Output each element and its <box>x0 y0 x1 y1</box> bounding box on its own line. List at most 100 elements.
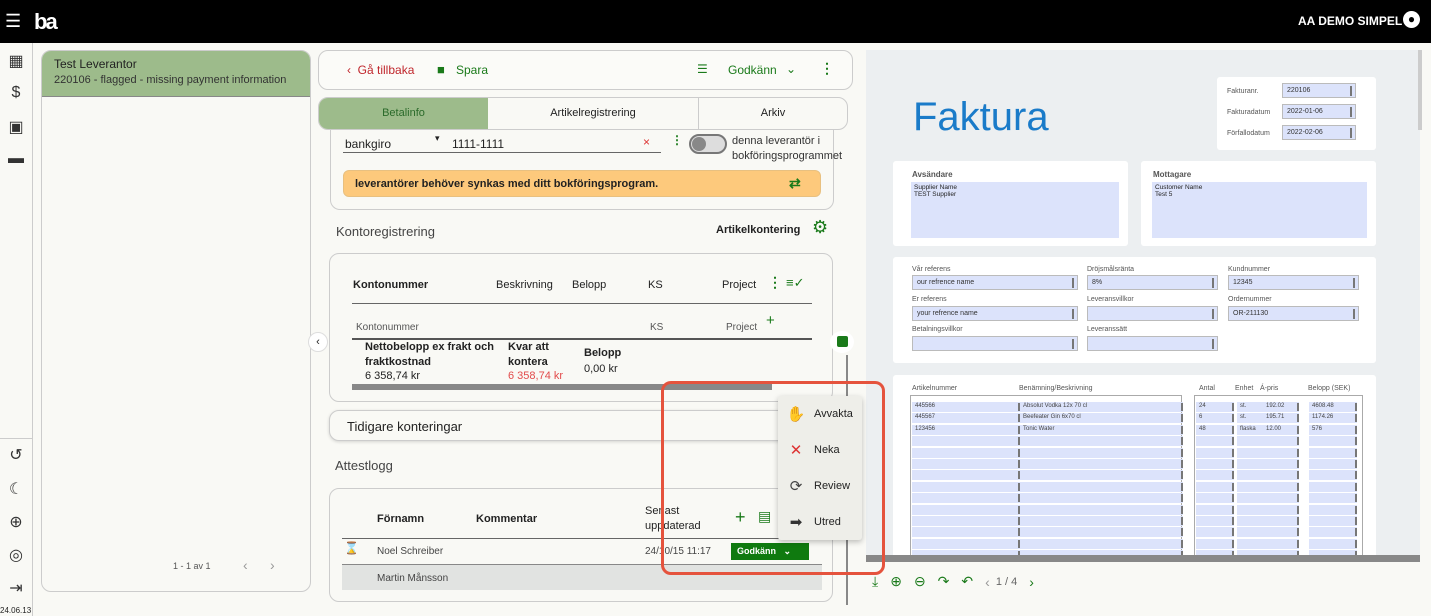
action-bar: ‹ Gå tillbaka ■ Spara ☰ Godkänn ⌄ ⋮ <box>318 50 853 90</box>
payment-card: bankgiro ▾ 1111-1111 × ⋮ denna leverantö… <box>330 130 842 210</box>
menu-label: Neka <box>814 444 840 456</box>
rotate-right-icon[interactable]: ↷ <box>938 573 950 590</box>
menu-item-neka[interactable]: ✕ Neka <box>778 432 862 468</box>
scan-document-icon[interactable]: ▣ <box>4 117 28 137</box>
more-icon[interactable]: ⋮ <box>768 274 782 291</box>
sync-toggle[interactable] <box>689 134 727 154</box>
item-cell <box>912 481 1020 492</box>
language-icon[interactable]: ⊕ <box>4 512 28 532</box>
item-cell <box>1263 493 1299 504</box>
column-header: Förnamn <box>377 513 425 525</box>
item-cell <box>1263 459 1299 469</box>
belopp-value: 0,00 kr <box>584 363 618 375</box>
add-row-icon[interactable]: + <box>766 312 775 329</box>
download-icon[interactable]: ⤓ <box>872 573 878 590</box>
add-attester-icon[interactable]: + <box>735 507 746 528</box>
field-label: Vår referens <box>912 266 951 273</box>
item-cell: 445566 <box>912 402 1020 412</box>
column-header: KS <box>648 279 663 291</box>
dashboard-icon[interactable]: ▦ <box>4 51 28 71</box>
item-cell <box>1309 436 1357 447</box>
search-list-icon[interactable]: ☰ <box>697 62 708 76</box>
horizontal-scrollbar[interactable] <box>352 384 772 390</box>
tab-artikelregistrering[interactable]: Artikelregistrering <box>488 98 699 129</box>
item-cell: 4608.48 <box>1309 402 1357 412</box>
field-value: OR-211130 <box>1228 306 1359 321</box>
zoom-out-icon[interactable]: ⊖ <box>914 573 926 590</box>
tidigare-konteringar-panel[interactable]: Tidigare konteringar <box>329 410 833 441</box>
dark-mode-icon[interactable]: ☾ <box>4 479 28 499</box>
item-cell <box>912 470 1020 481</box>
close-icon: ✕ <box>789 442 803 459</box>
project-field[interactable]: Project <box>726 322 757 333</box>
payment-type[interactable]: bankgiro <box>345 137 391 151</box>
tab-bar: Betalinfo Artikelregistrering Arkiv <box>318 97 848 130</box>
logout-icon[interactable]: ⇥ <box>4 578 28 598</box>
item-cell <box>1263 527 1299 538</box>
attest-status-button[interactable]: Godkänn ⌄ <box>731 543 809 560</box>
item-cell <box>1309 516 1357 526</box>
vertical-scrollbar[interactable] <box>1418 50 1422 130</box>
item-header: Benämning/Beskrivning <box>1019 385 1093 392</box>
back-button[interactable]: ‹ Gå tillbaka <box>347 63 414 77</box>
checklist-icon[interactable]: ≡✓ <box>786 275 804 291</box>
more-icon[interactable]: ⋮ <box>671 133 683 147</box>
prev-page-icon[interactable]: ‹ <box>985 574 990 590</box>
kvar-value: 6 358,74 kr <box>508 370 564 382</box>
kontoregistrering-heading: Kontoregistrering <box>336 224 435 239</box>
account-icon[interactable]: ● <box>1403 11 1420 28</box>
field-label: Dröjsmålsränta <box>1087 266 1135 273</box>
item-cell <box>1263 504 1299 515</box>
item-cell <box>1263 538 1299 549</box>
store-icon[interactable]: ▬ <box>4 150 28 170</box>
company-name[interactable]: AA DEMO SIMPEL <box>1298 14 1402 28</box>
menu-item-review[interactable]: ⟳ Review <box>778 468 862 504</box>
more-icon[interactable]: ⋮ <box>820 60 834 77</box>
next-page-icon[interactable]: › <box>1029 574 1034 590</box>
item-header: Belopp (SEK) <box>1308 385 1351 392</box>
gear-icon[interactable]: ⚙ <box>812 217 828 238</box>
chevron-down-icon[interactable]: ⌄ <box>786 62 796 76</box>
kontonummer-field[interactable]: Kontonummer <box>356 322 419 333</box>
item-header: Á-pris <box>1260 385 1279 392</box>
item-cell <box>1020 504 1183 515</box>
save-icon[interactable]: ■ <box>437 62 445 77</box>
dropdown-arrow-icon[interactable]: ▾ <box>435 133 440 144</box>
item-header: Artikelnummer <box>912 385 958 392</box>
attest-log-card: Förnamn Kommentar Senast uppdaterad + ▤ … <box>329 488 833 602</box>
menu-item-utred[interactable]: ➡ Utred <box>778 504 862 540</box>
sync-icon[interactable]: ⇄ <box>789 175 801 192</box>
netto-value: 6 358,74 kr <box>365 370 421 382</box>
account-number[interactable]: 1111-1111 <box>452 137 504 151</box>
clear-icon[interactable]: × <box>643 135 650 149</box>
item-cell <box>1020 527 1183 538</box>
zoom-in-icon[interactable]: ⊕ <box>890 573 902 590</box>
bankgiro-input[interactable]: bankgiro ▾ 1111-1111 × <box>343 133 661 153</box>
attest-date: 24/10/15 11:17 <box>645 546 711 557</box>
hourglass-icon: ⌛ <box>344 541 359 555</box>
collapse-left-button[interactable]: ‹ <box>308 332 328 352</box>
table-row[interactable]: Martin Månsson <box>342 564 822 590</box>
ks-field[interactable]: KS <box>650 322 663 333</box>
menu-item-avvakta[interactable]: ✋ Avvakta <box>778 396 862 432</box>
rotate-left-icon[interactable]: ↶ <box>961 573 973 590</box>
clipboard-icon[interactable]: ▤ <box>758 508 771 525</box>
tab-arkiv[interactable]: Arkiv <box>699 98 847 129</box>
image-toggle-button[interactable] <box>830 331 854 353</box>
history-icon[interactable]: ↺ <box>4 445 28 465</box>
approve-button[interactable]: Godkänn <box>728 63 777 77</box>
list-item[interactable]: Test Leverantor 220106 - flagged - missi… <box>42 51 310 97</box>
payment-sync-icon[interactable]: $ <box>4 84 28 104</box>
status-label: Godkänn <box>737 546 777 556</box>
support-icon[interactable]: ◎ <box>4 545 28 565</box>
save-button[interactable]: Spara <box>456 63 488 77</box>
artikelkontering-link[interactable]: Artikelkontering <box>716 224 800 236</box>
item-cell: 1174.26 <box>1309 413 1357 424</box>
menu-icon[interactable]: ☰ <box>5 11 21 32</box>
arrow-right-icon: ➡ <box>789 514 803 531</box>
pdf-scrollbar[interactable] <box>866 555 1420 562</box>
item-cell <box>1196 504 1234 515</box>
next-page-icon[interactable]: › <box>270 557 275 573</box>
prev-page-icon[interactable]: ‹ <box>243 557 248 573</box>
tab-betalinfo[interactable]: Betalinfo <box>319 98 488 129</box>
